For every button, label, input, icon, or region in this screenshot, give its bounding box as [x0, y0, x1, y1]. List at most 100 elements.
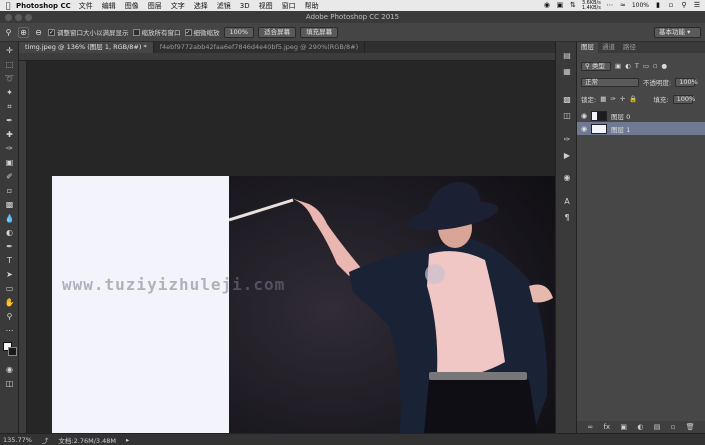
- adjustment-layer-icon[interactable]: ◐: [637, 423, 643, 431]
- pasteboard[interactable]: www.tuziyizhuleji.com: [27, 61, 571, 444]
- menu-view[interactable]: 视图: [259, 1, 273, 11]
- app-status-icon[interactable]: ◉: [543, 2, 551, 9]
- history-brush-tool-icon[interactable]: ✐: [2, 171, 17, 183]
- fill-screen-button[interactable]: 填充屏幕: [300, 26, 339, 38]
- filter-adjust-icon[interactable]: ◐: [625, 62, 631, 70]
- quick-select-tool-icon[interactable]: ✦: [2, 87, 17, 99]
- resize-windows-checkbox[interactable]: ✓ 调整窗口大小以满屏显示: [48, 27, 129, 37]
- zoom-100-button[interactable]: 100%: [223, 26, 255, 38]
- tab-layers[interactable]: 图层: [577, 42, 598, 53]
- tab-timg[interactable]: timg.jpeg @ 136% (图层 1, RGB/8#) *: [19, 42, 154, 53]
- lock-move-icon[interactable]: ✛: [620, 95, 625, 103]
- filter-shape-icon[interactable]: ▭: [643, 62, 649, 70]
- eraser-tool-icon[interactable]: ▫: [2, 185, 17, 197]
- display-icon[interactable]: ▫: [667, 2, 675, 9]
- screen-mode-icon[interactable]: ◫: [2, 378, 17, 390]
- crop-tool-icon[interactable]: ⌗: [2, 101, 17, 113]
- history-panel-icon[interactable]: ▤: [560, 50, 574, 62]
- zoom-all-windows-checkbox[interactable]: 缩放所有窗口: [132, 27, 181, 37]
- pen-tool-icon[interactable]: ✒: [2, 241, 17, 253]
- fill-input[interactable]: 100%: [672, 94, 695, 104]
- battery-icon[interactable]: ▮: [654, 2, 662, 9]
- adjustments-panel-icon[interactable]: ▩: [560, 94, 574, 106]
- gradient-tool-icon[interactable]: ▩: [2, 199, 17, 211]
- spotlight-icon[interactable]: ⚲: [680, 2, 688, 9]
- filter-toggle-icon[interactable]: ●: [661, 62, 667, 70]
- more-tools-icon[interactable]: ⋯: [2, 325, 17, 337]
- stamp-tool-icon[interactable]: ▣: [2, 157, 17, 169]
- hand-tool-icon[interactable]: ✋: [2, 297, 17, 309]
- blend-mode-select[interactable]: 正常: [581, 77, 639, 87]
- swatches-panel-icon[interactable]: ◉: [560, 172, 574, 184]
- zoom-level[interactable]: 135.77%: [3, 436, 32, 444]
- menu-edit[interactable]: 编辑: [102, 1, 116, 11]
- zoom-tool-icon[interactable]: ⚲: [2, 311, 17, 323]
- menu-help[interactable]: 帮助: [305, 1, 319, 11]
- menu-image[interactable]: 图像: [125, 1, 139, 11]
- zoom-window-button[interactable]: [25, 14, 32, 21]
- horizontal-ruler[interactable]: [19, 53, 564, 61]
- zoom-out-icon[interactable]: ⊖: [33, 27, 44, 38]
- close-window-button[interactable]: [5, 14, 12, 21]
- info-panel-icon[interactable]: ◫: [560, 110, 574, 122]
- brush-panel-icon[interactable]: ✑: [560, 134, 574, 146]
- menu-list-icon[interactable]: ☰: [693, 2, 701, 9]
- filter-pixel-icon[interactable]: ▣: [615, 62, 621, 70]
- lock-all-icon[interactable]: 🔒: [629, 95, 637, 103]
- menu-file[interactable]: 文件: [79, 1, 93, 11]
- document-size[interactable]: 文档:2.76M/3.48M: [58, 435, 116, 445]
- new-layer-icon[interactable]: ▫: [671, 423, 676, 431]
- visibility-eye-icon[interactable]: ◉: [577, 125, 591, 133]
- blur-tool-icon[interactable]: 💧: [2, 213, 17, 225]
- character-panel-icon[interactable]: A: [560, 196, 574, 208]
- layer-row-1[interactable]: ◉ 图层 1: [577, 122, 705, 135]
- wifi-icon[interactable]: ≈: [619, 2, 627, 9]
- menu-window[interactable]: 窗口: [282, 1, 296, 11]
- document-canvas[interactable]: www.tuziyizhuleji.com: [52, 176, 571, 444]
- background-color-swatch[interactable]: [8, 347, 17, 356]
- fit-screen-button[interactable]: 适合屏幕: [258, 26, 297, 38]
- path-select-tool-icon[interactable]: ➤: [2, 269, 17, 281]
- actions-panel-icon[interactable]: ▶: [560, 150, 574, 162]
- shape-tool-icon[interactable]: ▭: [2, 283, 17, 295]
- apple-icon[interactable]: : [0, 1, 16, 10]
- tab-second-image[interactable]: f4ebf9772abb42faa6ef7846d4e40bf5.jpeg @ …: [154, 42, 366, 53]
- tab-channels[interactable]: 通道: [598, 42, 619, 53]
- menu-layer[interactable]: 图层: [148, 1, 162, 11]
- layer-row-0[interactable]: ◉ 图层 0: [577, 109, 705, 122]
- marquee-tool-icon[interactable]: ⬚: [2, 59, 17, 71]
- link-layers-icon[interactable]: ∞: [587, 423, 593, 431]
- zoom-tool-preset-icon[interactable]: ⚲: [3, 27, 14, 38]
- app-menu[interactable]: Photoshop CC: [16, 2, 71, 10]
- eyedropper-tool-icon[interactable]: ✒: [2, 115, 17, 127]
- scrubby-zoom-checkbox[interactable]: ✓ 细微缩放: [184, 27, 220, 37]
- zoom-in-icon[interactable]: ⊕: [18, 26, 29, 38]
- paragraph-panel-icon[interactable]: ¶: [560, 212, 574, 224]
- layer-filter-select[interactable]: ⚲ 类型: [581, 61, 611, 71]
- workspace-select[interactable]: 基本功能 ▾: [654, 27, 701, 38]
- menu-type[interactable]: 文字: [171, 1, 185, 11]
- tab-paths[interactable]: 路径: [619, 42, 640, 53]
- visibility-eye-icon[interactable]: ◉: [577, 112, 591, 120]
- menu-3d[interactable]: 3D: [240, 2, 250, 10]
- network-monitor-icon[interactable]: ⇅: [569, 2, 577, 9]
- share-icon[interactable]: ⤴: [42, 435, 49, 445]
- brush-tool-icon[interactable]: ✑: [2, 143, 17, 155]
- opacity-input[interactable]: 100%: [675, 77, 698, 87]
- minimize-window-button[interactable]: [15, 14, 22, 21]
- menu-filter[interactable]: 滤镜: [217, 1, 231, 11]
- new-group-icon[interactable]: ▤: [654, 423, 661, 431]
- filter-smart-icon[interactable]: ▫: [653, 62, 657, 70]
- usb-icon[interactable]: ⋯: [606, 2, 614, 9]
- status-menu-arrow-icon[interactable]: ▸: [126, 436, 129, 444]
- type-tool-icon[interactable]: T: [2, 255, 17, 267]
- quick-mask-icon[interactable]: ◉: [2, 364, 17, 376]
- dodge-tool-icon[interactable]: ◐: [2, 227, 17, 239]
- layer-style-icon[interactable]: fx: [603, 423, 610, 431]
- move-tool-icon[interactable]: ✛: [2, 45, 17, 57]
- add-mask-icon[interactable]: ▣: [620, 423, 627, 431]
- menu-select[interactable]: 选择: [194, 1, 208, 11]
- delete-layer-icon[interactable]: 🗑: [686, 423, 695, 431]
- vertical-ruler[interactable]: [19, 61, 27, 433]
- lock-paint-icon[interactable]: ✑: [610, 95, 615, 103]
